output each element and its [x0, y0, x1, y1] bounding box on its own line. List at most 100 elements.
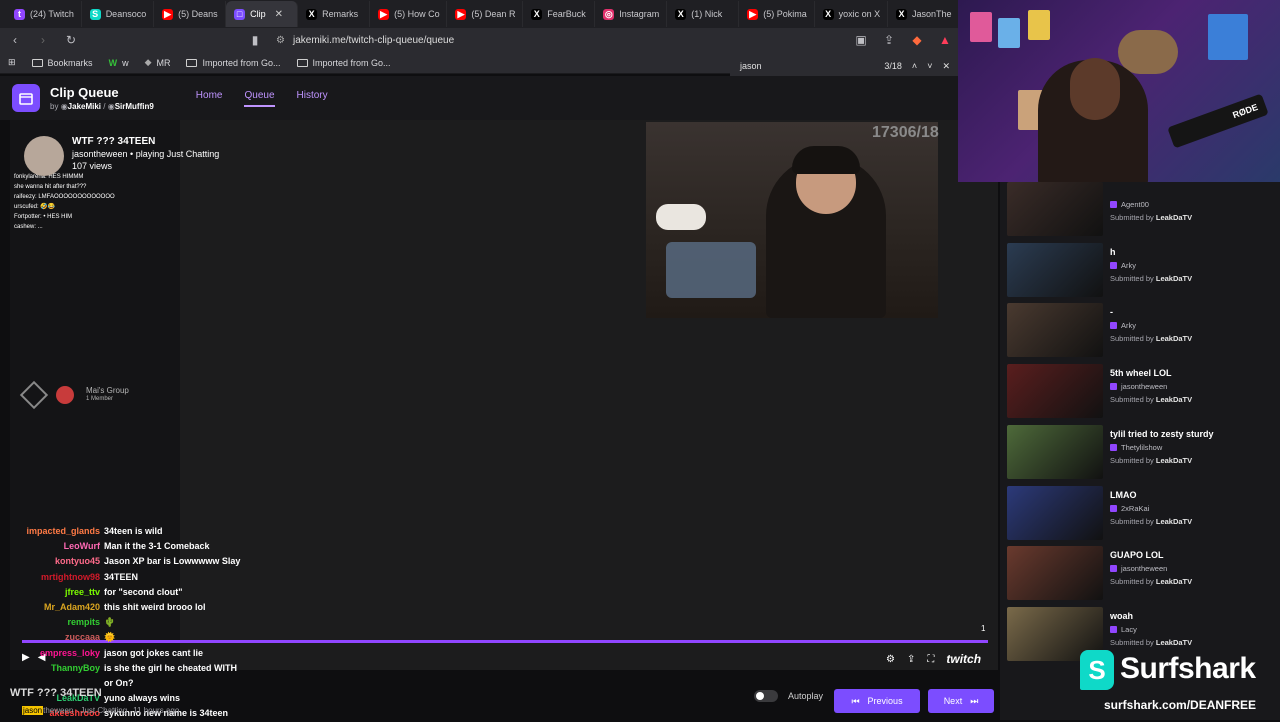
twitch-icon [1110, 565, 1117, 573]
bookmark-imported-1[interactable]: Imported from Go... [186, 58, 281, 68]
browser-tab[interactable]: ▶ (5) How Co [370, 1, 448, 27]
tab-close-icon[interactable]: ✕ [275, 9, 283, 20]
clip-title[interactable]: WTF ??? 34TEEN [72, 136, 219, 147]
browser-tab[interactable]: ▶ (5) Deans [154, 1, 227, 27]
tab-label: Remarks [322, 9, 359, 19]
game-logo-icon [19, 380, 49, 410]
group-badge: Mai's Group 1 Member [12, 380, 182, 410]
queue-item[interactable]: tylil tried to zesty sturdy Thetylilshow S… [1007, 424, 1273, 481]
find-next-icon[interactable]: ˅ [927, 61, 932, 71]
clip-thumbnail[interactable] [1007, 546, 1103, 601]
tab-favicon-icon: t [14, 8, 25, 20]
channel-name: jasontheween [1121, 564, 1168, 574]
find-close-icon[interactable]: ✕ [942, 61, 950, 72]
settings-gear-icon[interactable]: ⚙ [886, 654, 895, 665]
sponsor-overlay: S Surfshark surfshark.com/DEANFREE [1080, 650, 1276, 716]
channel-name: Arky [1121, 321, 1136, 331]
nav-queue[interactable]: Queue [244, 90, 275, 107]
clip-thumbnail[interactable] [1007, 303, 1103, 358]
fullscreen-icon[interactable]: ⛶ [927, 654, 934, 665]
clip-thumbnail[interactable] [1007, 242, 1103, 297]
queue-item-submitter: Submitted by LeakDaTV [1110, 213, 1192, 222]
mini-chat-line: urscufed: 🤣😂 [14, 204, 56, 210]
reload-icon[interactable]: ↻ [64, 33, 78, 47]
chat-text: is she the girl he cheated WITH [104, 662, 238, 673]
browser-tab[interactable]: X (1) Nick [667, 1, 740, 27]
queue-item-submitter: Submitted by LeakDaTV [1110, 517, 1192, 526]
clip-thumbnail[interactable] [1007, 182, 1103, 236]
nav-history[interactable]: History [297, 90, 328, 107]
find-input[interactable]: jason [740, 61, 874, 71]
browser-tab[interactable]: ◎ Instagram [595, 1, 668, 27]
bookmark-mr[interactable]: ◆ MR [145, 57, 171, 68]
group-avatar [56, 386, 74, 404]
queue-item-title: woah [1110, 610, 1134, 621]
bookmark-w[interactable]: Ww [109, 58, 129, 68]
tab-favicon-icon: ▶ [162, 8, 174, 20]
queue-item[interactable]: LMAO 2xRaKai Submitted by LeakDaTV [1007, 485, 1273, 542]
twitch-logo[interactable]: twitch [946, 652, 981, 666]
bookmark-icon[interactable]: ▮ [248, 33, 262, 47]
forward-icon[interactable]: › [36, 33, 50, 47]
queue-item[interactable]: - Arky Submitted by LeakDaTV [1007, 303, 1273, 359]
browser-tab[interactable]: □ Clip ✕ [226, 1, 299, 27]
autoplay-toggle[interactable] [754, 690, 778, 702]
url-field[interactable]: ⚙ jakemiki.me/twitch-clip-queue/queue [276, 30, 840, 50]
clip-thumbnail[interactable] [1007, 485, 1103, 540]
browser-tab[interactable]: ▶ (5) Pokima [739, 1, 815, 27]
folder-icon [296, 58, 308, 67]
browser-tab[interactable]: t (24) Twitch [6, 1, 82, 27]
share-icon[interactable]: ⇪ [882, 33, 896, 47]
mini-chat-overlay: fonkylarena: HES HIMMM she wanna hit afte… [14, 172, 115, 232]
queue-item[interactable]: Agent00 Submitted by LeakDaTV [1007, 182, 1273, 238]
browser-tab[interactable]: S Deansoco [82, 1, 155, 27]
next-button[interactable]: Next ⏭ [928, 689, 994, 713]
rewards-icon[interactable]: ▲ [938, 33, 952, 47]
browser-tab[interactable]: Xyoxic on X [815, 1, 889, 27]
apps-icon[interactable]: ⊞ [8, 57, 16, 68]
queue-item[interactable]: GUAPO LOL jasontheween Submitted by LeakDa… [1007, 546, 1273, 602]
chat-message: empress_loky jason got jokes cant lie [4, 646, 324, 661]
browser-tab[interactable]: X FearBuck [523, 1, 596, 27]
site-info-icon[interactable]: ⚙ [276, 35, 285, 46]
chat-text: jason got jokes cant lie [104, 647, 204, 658]
next-icon: ⏭ [970, 695, 979, 706]
nav-home[interactable]: Home [196, 90, 223, 107]
browser-tab[interactable]: X Remarks [298, 1, 371, 27]
submitter-name: LeakDaTV [1155, 577, 1193, 587]
clip-thumbnail[interactable] [1007, 424, 1103, 479]
chat-message: kontyuo45 Jason XP bar is Lowwwww Slay [4, 554, 324, 569]
browser-tab[interactable]: ▶ (5) Dean R [447, 1, 524, 27]
tab-label: Deansoco [105, 9, 147, 19]
tab-favicon-icon: □ [234, 8, 246, 20]
group-text: Mai's Group 1 Member [86, 386, 129, 402]
previous-button[interactable]: ⏮ Previous [834, 689, 920, 713]
submitter-name: LeakDaTV [1155, 455, 1193, 465]
clip-thumbnail[interactable] [1007, 364, 1103, 419]
bookmark-imported-2[interactable]: Imported from Go... [296, 58, 391, 68]
screenshot-icon[interactable]: ▣ [854, 33, 868, 47]
autoplay-control[interactable]: Autoplay [754, 690, 823, 702]
bookmark-bookmarks[interactable]: Bookmarks [31, 58, 93, 68]
find-prev-icon[interactable]: ˄ [912, 61, 917, 71]
author-link-1[interactable]: JakeMiki [68, 102, 101, 111]
chat-text: yuno always wins [104, 693, 181, 704]
back-icon[interactable]: ‹ [8, 33, 22, 47]
queue-item[interactable]: 5th wheel LOL jasontheween Submitted by Le… [1007, 364, 1273, 420]
author-link-2[interactable]: SirMuffin9 [115, 102, 154, 111]
queue-item-submitter: Submitted by LeakDaTV [1110, 577, 1192, 586]
w-icon: W [108, 57, 118, 68]
queue-item[interactable]: h Arky Submitted by LeakDaTV [1007, 242, 1273, 299]
brave-shield-icon[interactable]: ◆ [910, 33, 924, 47]
microphone: RØDE [1167, 93, 1269, 149]
queue-sidebar: Agent00 Submitted by LeakDaTV h Arky Submitt… [1000, 182, 1280, 720]
chat-username: Mr_Adam420 [43, 602, 100, 613]
mini-chat-line: she wanna hit after that??? [14, 184, 87, 190]
queue-item-submitter: Submitted by LeakDaTV [1110, 395, 1192, 404]
browser-tab[interactable]: X JasonThe [888, 1, 961, 27]
share-icon[interactable]: ⇪ [907, 654, 915, 665]
avatar[interactable] [24, 136, 64, 176]
tab-favicon-icon: X [306, 8, 318, 20]
app-header: Clip Queue by ◉JakeMiki / ◉SirMuffin9 Ho… [0, 76, 1000, 120]
clip-meta-below: jasontheween · Just Chatting 11 hours ag… [22, 706, 180, 715]
